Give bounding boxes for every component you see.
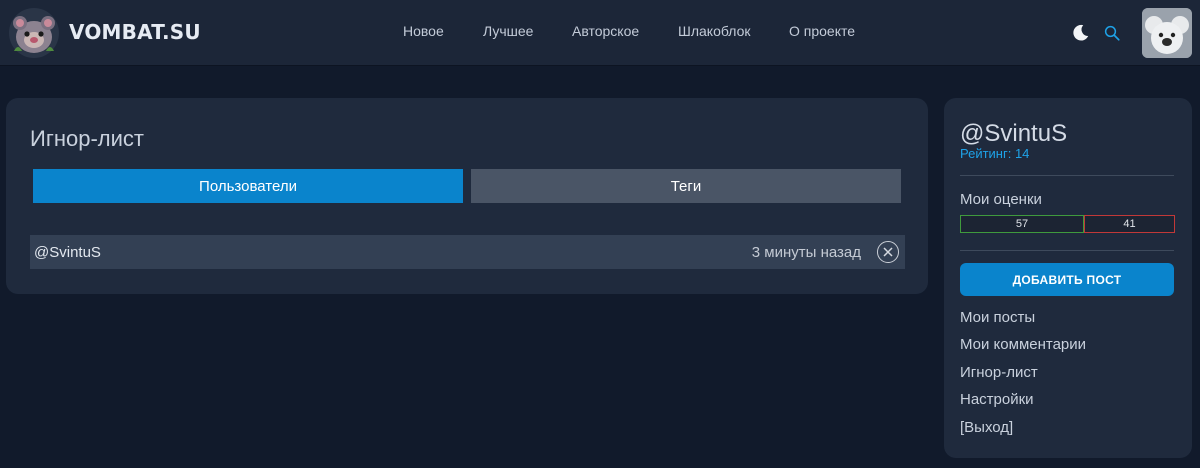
- tab-tags[interactable]: Теги: [471, 169, 901, 203]
- sidebar-item-my-posts[interactable]: Мои посты: [960, 309, 1035, 326]
- ignored-username[interactable]: @SvintuS: [34, 244, 101, 261]
- sidebar-item-ignore-list[interactable]: Игнор-лист: [960, 364, 1038, 381]
- tab-users[interactable]: Пользователи: [33, 169, 463, 203]
- user-rating: Рейтинг: 14: [960, 146, 1030, 161]
- search-icon[interactable]: [1103, 24, 1121, 42]
- list-item: @SvintuS 3 минуты назад: [30, 235, 905, 269]
- add-post-button[interactable]: ДОБАВИТЬ ПОСТ: [960, 263, 1174, 296]
- top-bar: VOMBAT.SU Новое Лучшее Авторское Шлакобл…: [0, 0, 1200, 66]
- sidebar-item-logout[interactable]: [Выход]: [960, 419, 1013, 436]
- nav-item-best[interactable]: Лучшее: [483, 23, 533, 39]
- sidebar-item-settings[interactable]: Настройки: [960, 391, 1034, 408]
- divider: [960, 250, 1174, 251]
- page-title: Игнор-лист: [30, 126, 144, 151]
- votes-down: 41: [1084, 215, 1175, 233]
- koala-avatar-icon: [1142, 8, 1192, 58]
- user-sidebar: @SvintuS Рейтинг: 14 Мои оценки 57 41 ДО…: [944, 98, 1192, 458]
- main-nav: Новое Лучшее Авторское Шлакоблок О проек…: [0, 23, 1200, 43]
- close-icon: [883, 247, 893, 257]
- votes-up: 57: [960, 215, 1084, 233]
- avatar[interactable]: [1142, 8, 1192, 58]
- nav-item-about[interactable]: О проекте: [789, 23, 855, 39]
- nav-item-authored[interactable]: Авторское: [572, 23, 639, 39]
- sidebar-item-my-comments[interactable]: Мои комментарии: [960, 336, 1086, 353]
- votes-label: Мои оценки: [960, 191, 1042, 208]
- ignored-time: 3 минуты назад: [751, 243, 861, 261]
- sidebar-username[interactable]: @SvintuS: [960, 120, 1067, 148]
- divider: [960, 175, 1174, 176]
- moon-icon[interactable]: [1069, 22, 1091, 44]
- nav-item-new[interactable]: Новое: [403, 23, 444, 39]
- close-circle-icon[interactable]: [877, 241, 899, 263]
- nav-item-cinderblock[interactable]: Шлакоблок: [678, 23, 750, 39]
- ignore-list-card: Игнор-лист Пользователи Теги @SvintuS 3 …: [6, 98, 928, 294]
